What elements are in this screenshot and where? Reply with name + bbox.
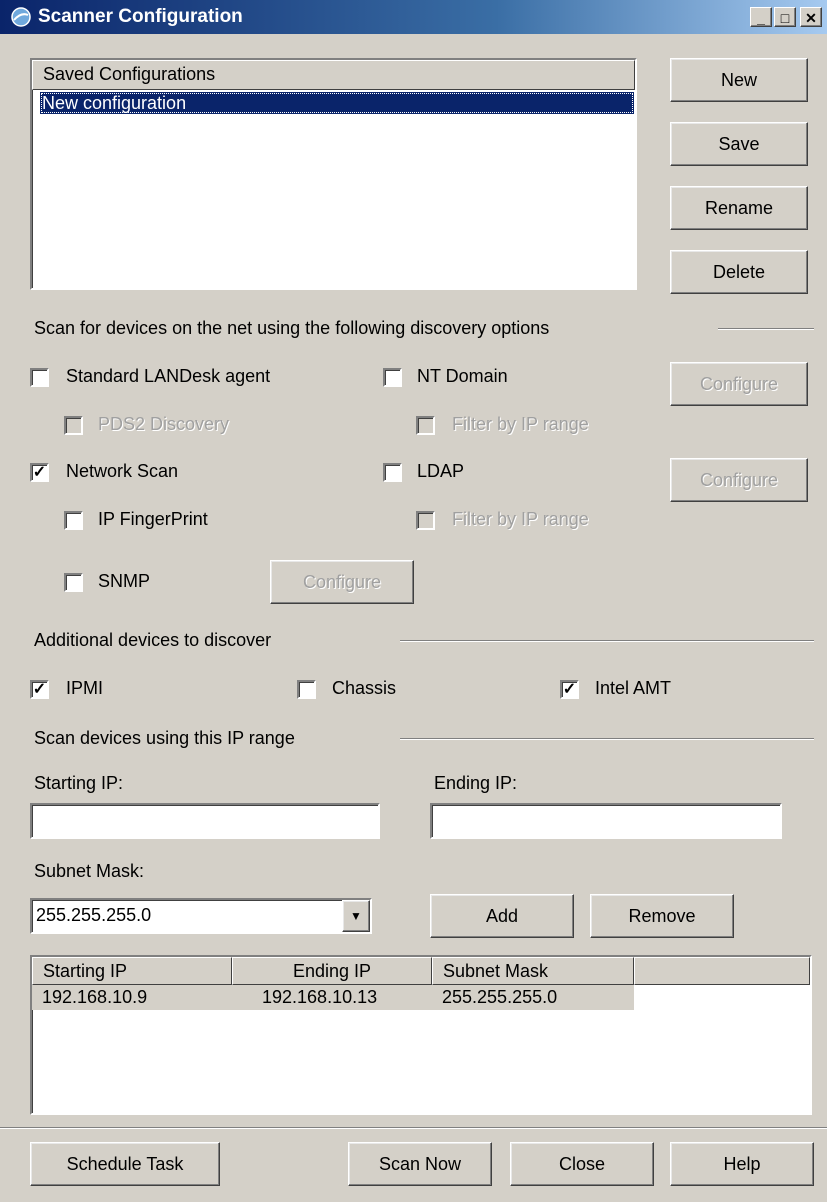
network-scan-checkbox[interactable]: ✓: [30, 463, 49, 482]
save-button[interactable]: Save: [670, 122, 808, 166]
remove-button-label: Remove: [628, 905, 696, 926]
ldap-checkbox[interactable]: [383, 463, 402, 482]
subnet-mask-select[interactable]: 255.255.255.0 ▼: [30, 898, 372, 934]
ending-ip-label: Ending IP:: [434, 773, 518, 793]
nt-filter-label: Filter by IP range: [452, 414, 589, 434]
save-button-label: Save: [718, 133, 760, 154]
separator-line: [400, 738, 814, 740]
add-button[interactable]: Add: [430, 894, 574, 938]
saved-configurations-header[interactable]: Saved Configurations: [32, 60, 635, 90]
separator-line: [718, 328, 814, 330]
table-cell-ending-ip: 192.168.10.13: [262, 987, 378, 1007]
nt-domain-configure-button[interactable]: Configure: [670, 362, 808, 406]
ipmi-label: IPMI: [66, 678, 104, 698]
table-cell-subnet-mask: 255.255.255.0: [442, 987, 558, 1007]
column-header-empty: [634, 957, 810, 985]
table-row[interactable]: 192.168.10.9 192.168.10.13 255.255.255.0: [32, 985, 634, 1010]
table-cell-starting-ip: 192.168.10.9: [42, 987, 148, 1007]
ip-fingerprint-label: IP FingerPrint: [98, 509, 208, 529]
chevron-down-icon[interactable]: ▼: [342, 900, 370, 932]
saved-configuration-item[interactable]: New configuration: [40, 92, 634, 114]
delete-button-label: Delete: [712, 261, 766, 282]
scan-now-button[interactable]: Scan Now: [348, 1142, 492, 1186]
chassis-checkbox[interactable]: [297, 680, 316, 699]
pds2-checkbox[interactable]: [64, 416, 83, 435]
rename-button[interactable]: Rename: [670, 186, 808, 230]
additional-devices-heading: Additional devices to discover: [34, 630, 272, 650]
saved-configurations-header-label: Saved Configurations: [43, 64, 216, 84]
window-title: Scanner Configuration: [38, 6, 243, 27]
ldap-configure-label: Configure: [699, 469, 779, 490]
column-header-label: Subnet Mask: [443, 961, 549, 981]
snmp-configure-label: Configure: [302, 571, 382, 592]
snmp-configure-button[interactable]: Configure: [270, 560, 414, 604]
subnet-mask-label: Subnet Mask:: [34, 861, 145, 881]
nt-filter-checkbox[interactable]: [416, 416, 435, 435]
ldap-filter-label: Filter by IP range: [452, 509, 589, 529]
saved-configurations-list[interactable]: Saved Configurations New configuration: [30, 58, 637, 290]
new-button[interactable]: New: [670, 58, 808, 102]
new-button-label: New: [720, 69, 757, 90]
nt-domain-checkbox[interactable]: [383, 368, 402, 387]
footer-separator: [0, 1127, 827, 1129]
ldap-configure-button[interactable]: Configure: [670, 458, 808, 502]
starting-ip-input[interactable]: [30, 803, 380, 839]
standard-landesk-checkbox[interactable]: [30, 368, 49, 387]
schedule-task-button[interactable]: Schedule Task: [30, 1142, 220, 1186]
intel-amt-label: Intel AMT: [595, 678, 672, 698]
maximize-button[interactable]: □: [774, 7, 796, 27]
ipmi-checkbox[interactable]: ✓: [30, 680, 49, 699]
pds2-label: PDS2 Discovery: [98, 414, 230, 434]
help-button[interactable]: Help: [670, 1142, 814, 1186]
nt-domain-label: NT Domain: [417, 366, 508, 386]
saved-configuration-label: New configuration: [42, 93, 187, 113]
ip-range-table[interactable]: Starting IP Ending IP Subnet Mask 192.16…: [30, 955, 812, 1115]
discovery-heading: Scan for devices on the net using the fo…: [34, 318, 550, 338]
snmp-checkbox[interactable]: [64, 573, 83, 592]
ip-range-heading: Scan devices using this IP range: [34, 728, 295, 748]
ldap-label: LDAP: [417, 461, 465, 481]
column-header-label: Ending IP: [292, 961, 372, 981]
network-scan-label: Network Scan: [66, 461, 179, 481]
starting-ip-label: Starting IP:: [34, 773, 124, 793]
column-header-ending-ip[interactable]: Ending IP: [232, 957, 432, 985]
rename-button-label: Rename: [704, 197, 774, 218]
standard-landesk-label: Standard LANDesk agent: [66, 366, 271, 386]
subnet-mask-value: 255.255.255.0: [36, 905, 152, 925]
scan-now-label: Scan Now: [378, 1153, 462, 1174]
ldap-filter-checkbox[interactable]: [416, 511, 435, 530]
add-button-label: Add: [485, 905, 519, 926]
intel-amt-checkbox[interactable]: ✓: [560, 680, 579, 699]
column-header-label: Starting IP: [43, 961, 128, 981]
ending-ip-input[interactable]: [430, 803, 782, 839]
scanner-app-icon: [11, 7, 31, 27]
separator-line: [400, 640, 814, 642]
close-label: Close: [558, 1153, 606, 1174]
column-header-starting-ip[interactable]: Starting IP: [32, 957, 232, 985]
ip-fingerprint-checkbox[interactable]: [64, 511, 83, 530]
schedule-task-label: Schedule Task: [66, 1153, 184, 1174]
remove-button[interactable]: Remove: [590, 894, 734, 938]
close-button[interactable]: Close: [510, 1142, 654, 1186]
chassis-label: Chassis: [332, 678, 397, 698]
delete-button[interactable]: Delete: [670, 250, 808, 294]
minimize-button[interactable]: _: [750, 7, 772, 27]
snmp-label: SNMP: [98, 571, 151, 591]
column-header-subnet-mask[interactable]: Subnet Mask: [432, 957, 634, 985]
close-window-button[interactable]: ✕: [800, 7, 822, 27]
nt-domain-configure-label: Configure: [699, 373, 779, 394]
help-label: Help: [723, 1153, 761, 1174]
